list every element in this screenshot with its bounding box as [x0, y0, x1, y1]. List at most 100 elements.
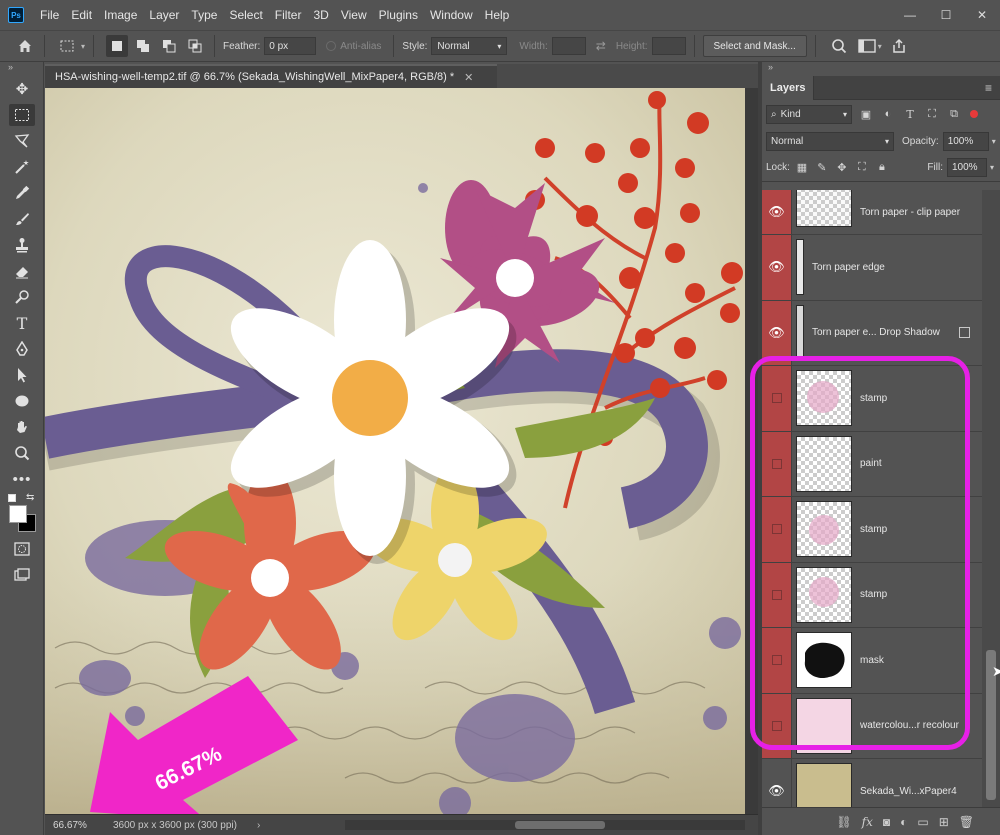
menu-layer[interactable]: Layer [143, 0, 185, 30]
filter-toggle-icon[interactable] [970, 110, 978, 118]
subtract-selection-icon[interactable] [158, 35, 180, 57]
new-layer-icon[interactable]: ⊞ [939, 815, 949, 829]
add-to-selection-icon[interactable] [132, 35, 154, 57]
document-tab[interactable]: HSA-wishing-well-temp2.tif @ 66.7% (Seka… [45, 64, 497, 88]
foreground-color-swatch[interactable] [9, 505, 27, 523]
layer-row[interactable]: 👁︎ Sekada_Wi...xPaper4 [762, 759, 982, 807]
status-menu-arrow[interactable]: › [257, 820, 260, 831]
dodge-tool-icon[interactable] [0, 284, 44, 310]
layer-row[interactable]: watercolou...r recolour [762, 693, 982, 759]
share-icon[interactable] [888, 35, 910, 57]
zoom-level-field[interactable]: 66.67% [45, 820, 101, 831]
menu-filter[interactable]: Filter [269, 0, 308, 30]
lock-all-icon[interactable]: 🔒︎ [874, 160, 890, 176]
visibility-toggle[interactable] [762, 562, 792, 627]
chevron-down-icon[interactable]: ▾ [990, 163, 994, 172]
quick-mask-icon[interactable] [0, 536, 44, 562]
new-group-icon[interactable]: ▭ [917, 815, 928, 829]
layer-row[interactable]: paint [762, 431, 982, 497]
visibility-toggle[interactable] [762, 431, 792, 496]
layer-row[interactable]: stamp [762, 366, 982, 432]
select-and-mask-button[interactable]: Select and Mask... [702, 35, 807, 57]
visibility-toggle[interactable] [762, 693, 792, 758]
filter-kind-select[interactable]: ⌕ Kind ▾ [766, 104, 852, 124]
document-info[interactable]: 3600 px x 3600 px (300 ppi) [113, 820, 237, 831]
antialias-checkbox[interactable] [326, 41, 337, 51]
more-tools-icon[interactable]: ••• [0, 466, 44, 492]
menu-file[interactable]: File [34, 0, 65, 30]
default-colors-icon[interactable] [8, 494, 16, 502]
visibility-toggle[interactable] [762, 497, 792, 562]
horizontal-scroll-thumb[interactable] [515, 821, 605, 829]
layer-row[interactable]: 👁︎ Torn paper edge [762, 235, 982, 301]
style-select[interactable]: Normal ▾ [431, 37, 508, 55]
lock-position-icon[interactable]: ✥ [834, 160, 850, 176]
menu-image[interactable]: Image [98, 0, 143, 30]
visibility-toggle[interactable] [762, 628, 792, 693]
path-selection-tool-icon[interactable] [0, 362, 44, 388]
swap-colors-icon[interactable]: ⇆ [26, 492, 34, 503]
canvas-horizontal-scrollbar[interactable] [345, 820, 745, 830]
menu-3d[interactable]: 3D [307, 0, 334, 30]
home-icon[interactable] [14, 35, 36, 57]
hand-tool-icon[interactable] [0, 414, 44, 440]
layer-row[interactable]: stamp [762, 562, 982, 628]
menu-help[interactable]: Help [479, 0, 516, 30]
menu-select[interactable]: Select [223, 0, 268, 30]
lasso-tool-icon[interactable] [0, 128, 44, 154]
height-input[interactable] [651, 37, 686, 55]
new-selection-icon[interactable] [106, 35, 129, 57]
menu-view[interactable]: View [335, 0, 373, 30]
delete-layer-icon[interactable]: 🗑︎ [959, 815, 974, 829]
layer-row[interactable]: stamp [762, 497, 982, 563]
add-mask-icon[interactable]: ◙ [883, 815, 890, 829]
layer-style-icon[interactable]: fx [862, 815, 873, 829]
filter-type-icon[interactable]: T [902, 106, 918, 122]
close-document-icon[interactable]: ✕ [464, 71, 473, 84]
lock-transparent-pixels-icon[interactable]: ▦ [794, 160, 810, 176]
filter-adjustment-icon[interactable]: ◐ [880, 106, 896, 122]
link-layers-icon[interactable]: ⛓︎ [836, 815, 851, 829]
visibility-toggle[interactable]: 👁︎ [762, 190, 792, 234]
visibility-toggle[interactable]: 👁︎ [762, 759, 792, 807]
chevron-down-icon[interactable]: ▾ [992, 137, 996, 146]
panel-menu-icon[interactable]: ≡ [985, 81, 992, 95]
maximize-button[interactable]: ☐ [928, 0, 964, 30]
adjustment-layer-icon[interactable]: ◐ [900, 815, 907, 829]
rectangular-marquee-tool-icon[interactable] [0, 102, 44, 128]
brush-tool-icon[interactable] [0, 206, 44, 232]
collapse-panels-icon[interactable]: » [762, 62, 1000, 76]
workspace-icon[interactable] [856, 35, 878, 57]
eyedropper-tool-icon[interactable] [0, 180, 44, 206]
chevron-down-icon[interactable]: ▾ [81, 42, 85, 51]
filter-smart-object-icon[interactable]: ⧉ [946, 106, 962, 122]
swap-dimensions-icon[interactable]: ⇄ [596, 39, 606, 53]
pen-tool-icon[interactable] [0, 336, 44, 362]
close-window-button[interactable]: ✕ [964, 0, 1000, 30]
canvas-area[interactable] [45, 88, 758, 814]
zoom-tool-icon[interactable] [0, 440, 44, 466]
layer-row[interactable]: mask [762, 628, 982, 694]
canvas-vertical-scrollbar[interactable] [745, 88, 758, 814]
menu-plugins[interactable]: Plugins [373, 0, 424, 30]
filter-pixel-icon[interactable]: ▣ [858, 106, 874, 122]
visibility-toggle[interactable] [762, 366, 792, 431]
filter-shape-icon[interactable]: ⛶ [924, 106, 940, 122]
opacity-input[interactable]: 100% [942, 131, 989, 151]
visibility-toggle[interactable]: 👁︎ [762, 300, 792, 365]
eraser-tool-icon[interactable] [0, 258, 44, 284]
menu-edit[interactable]: Edit [65, 0, 98, 30]
magic-wand-tool-icon[interactable] [0, 154, 44, 180]
search-icon[interactable] [828, 35, 850, 57]
layers-scrollbar[interactable] [982, 190, 1000, 807]
intersect-selection-icon[interactable] [184, 35, 206, 57]
width-input[interactable] [551, 37, 586, 55]
blend-mode-select[interactable]: Normal ▾ [766, 131, 894, 151]
collapse-panel-icon[interactable]: » [0, 62, 43, 76]
ellipse-tool-icon[interactable] [0, 388, 44, 414]
feather-input[interactable] [264, 37, 317, 55]
move-tool-icon[interactable]: ✥ [0, 76, 44, 102]
layer-row[interactable]: 👁︎ Torn paper e... Drop Shadow [762, 300, 982, 366]
clone-stamp-tool-icon[interactable] [0, 232, 44, 258]
type-tool-icon[interactable]: T [0, 310, 44, 336]
